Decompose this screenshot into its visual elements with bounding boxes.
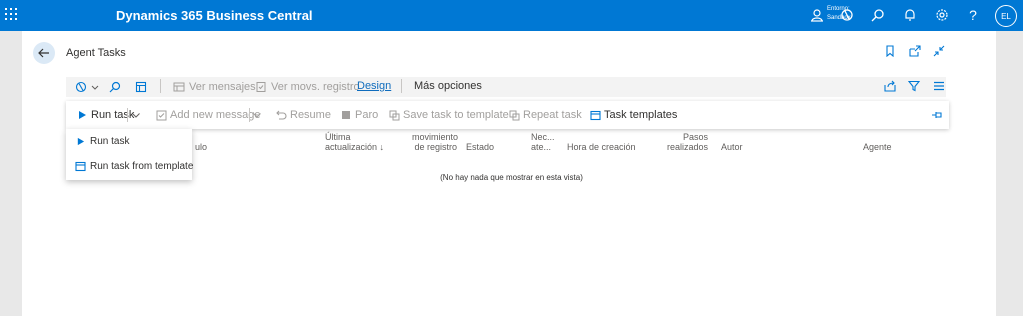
copilot-icon[interactable]: [838, 6, 856, 24]
split-separator: [249, 108, 250, 122]
menu-item-run-task-from-template[interactable]: Run task from template: [74, 160, 193, 172]
messages-icon: [172, 80, 186, 94]
column-header-ultima-actualizacion[interactable]: Última actualización ↓: [325, 132, 384, 152]
stop-icon: [340, 109, 352, 121]
toolbar-separator: [401, 79, 402, 93]
split-separator: [127, 108, 128, 122]
resume-button[interactable]: Resume: [275, 109, 331, 121]
paro-label: Paro: [355, 109, 379, 121]
ver-movs-registro-label: Ver movs. registro: [271, 81, 360, 93]
column-header-line1: Pasos: [682, 132, 708, 142]
column-header-line2: actualización ↓: [325, 142, 385, 152]
gear-icon[interactable]: [933, 6, 951, 24]
run-task-button[interactable]: Run task: [76, 109, 134, 121]
top-app-bar: Dynamics 365 Business Central Entorno: S…: [0, 0, 1023, 31]
collapse-icon[interactable]: [932, 44, 946, 58]
back-button[interactable]: [33, 42, 55, 64]
add-new-message-label: Add new message: [170, 109, 261, 121]
column-header-necesita-atencion[interactable]: Nec... ate...: [531, 132, 555, 152]
column-header-movimiento-registro[interactable]: movimiento de registro: [412, 132, 459, 152]
user-avatar[interactable]: EL: [995, 5, 1017, 27]
share-icon[interactable]: [884, 80, 896, 92]
filter-icon[interactable]: [908, 80, 920, 92]
ver-mensajes-button[interactable]: Ver mensajes: [172, 80, 256, 94]
repeat-task-button[interactable]: Repeat task: [508, 109, 582, 121]
column-header-estado[interactable]: Estado: [466, 142, 494, 152]
edit-list-button[interactable]: [134, 80, 148, 94]
task-templates-label: Task templates: [604, 109, 678, 121]
play-icon: [76, 109, 88, 121]
pin-icon[interactable]: [931, 109, 943, 121]
open-new-window-icon[interactable]: [908, 44, 922, 58]
save-task-to-template-label: Save task to template: [403, 109, 509, 121]
undo-icon: [275, 109, 287, 121]
column-header-line2: de registro: [414, 142, 457, 152]
menu-item-label: Run task from template: [90, 160, 194, 172]
paro-button[interactable]: Paro: [340, 109, 378, 121]
save-task-to-template-button[interactable]: Save task to template: [388, 109, 509, 121]
menu-item-run-task[interactable]: Run task: [74, 135, 129, 147]
chevron-down-icon[interactable]: [130, 108, 142, 122]
play-icon: [74, 135, 86, 147]
bookmark-icon[interactable]: [883, 44, 897, 58]
ver-mensajes-label: Ver mensajes: [189, 81, 256, 93]
log-entries-icon: [254, 80, 268, 94]
design-button[interactable]: Design: [357, 80, 391, 92]
add-new-message-button[interactable]: Add new message: [155, 109, 261, 121]
help-icon[interactable]: ?: [964, 6, 982, 24]
chevron-down-icon[interactable]: [251, 108, 263, 122]
repeat-task-label: Repeat task: [523, 109, 582, 121]
search-action-button[interactable]: [108, 80, 122, 94]
column-header-autor[interactable]: Autor: [721, 142, 743, 152]
copilot-icon: [74, 80, 88, 94]
task-templates-button[interactable]: Task templates: [589, 109, 677, 121]
column-header-line2: ate...: [531, 142, 552, 152]
template-run-icon: [74, 160, 86, 172]
column-header-agente[interactable]: Agente: [863, 142, 892, 152]
column-header-line1: Nec...: [531, 132, 555, 142]
menu-item-label: Run task: [90, 135, 130, 147]
copilot-action-button[interactable]: [74, 80, 99, 94]
chevron-down-icon: [91, 80, 99, 94]
message-add-icon: [155, 109, 167, 121]
search-icon: [108, 80, 122, 94]
column-header-hora-creacion[interactable]: Hora de creación: [567, 142, 636, 152]
save-template-icon: [388, 109, 400, 121]
mas-opciones-button[interactable]: Más opciones: [414, 80, 482, 92]
column-header-pasos-realizados[interactable]: Pasos realizados: [665, 132, 708, 152]
column-header-titulo[interactable]: ulo: [195, 142, 207, 152]
app-launcher-icon[interactable]: [4, 7, 18, 21]
grid-edit-icon: [134, 80, 148, 94]
environment-icon[interactable]: [808, 6, 826, 24]
column-header-line1: movimiento: [412, 132, 459, 142]
list-view-icon[interactable]: [933, 80, 945, 92]
toolbar-separator: [160, 79, 161, 93]
page-title: Agent Tasks: [66, 47, 126, 59]
column-header-line1: Última: [325, 132, 351, 142]
ver-movs-registro-button[interactable]: Ver movs. registro: [254, 80, 360, 94]
template-icon: [589, 109, 601, 121]
app-title[interactable]: Dynamics 365 Business Central: [116, 8, 313, 23]
bell-icon[interactable]: [901, 6, 919, 24]
search-icon[interactable]: [869, 6, 887, 24]
column-header-line2: realizados: [666, 142, 708, 152]
resume-label: Resume: [290, 109, 331, 121]
repeat-icon: [508, 109, 520, 121]
